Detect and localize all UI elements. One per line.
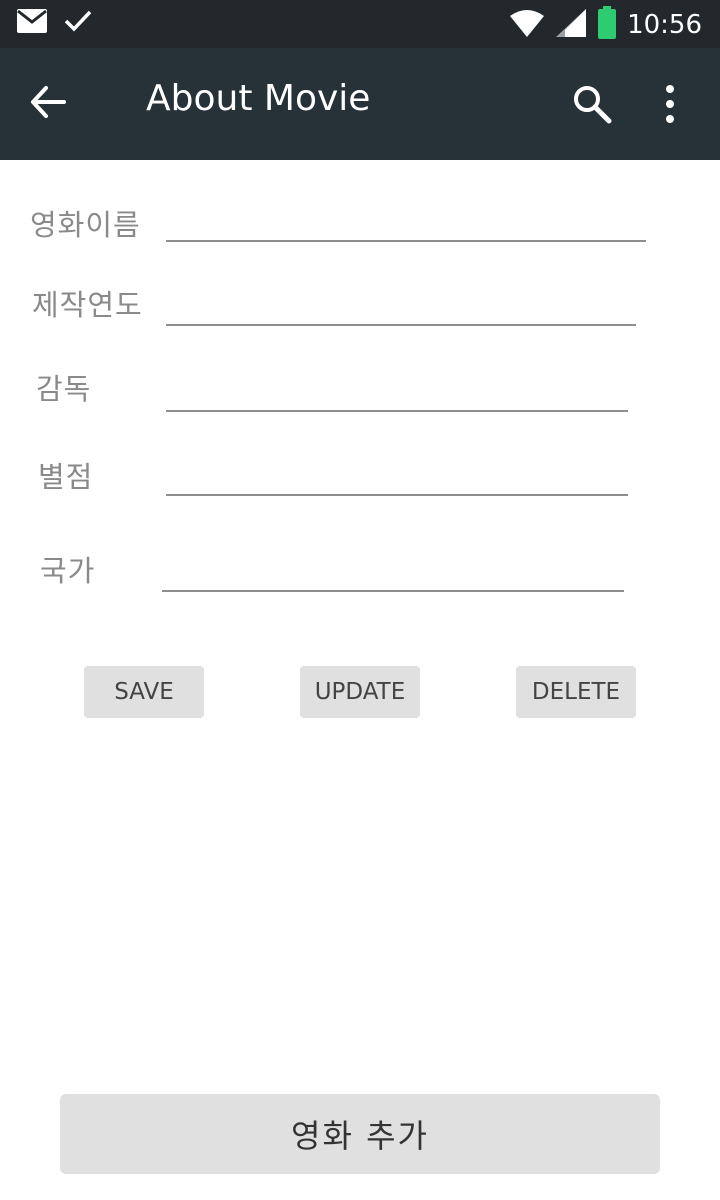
country-input[interactable] — [162, 546, 624, 592]
overflow-menu-button[interactable] — [650, 82, 690, 130]
battery-icon — [597, 6, 617, 44]
wifi-icon — [509, 8, 545, 42]
director-input[interactable] — [166, 366, 628, 412]
search-button[interactable] — [570, 82, 618, 130]
director-label: 감독 — [36, 372, 92, 406]
status-bar: 10:56 — [0, 0, 720, 48]
system-icons: 10:56 — [509, 6, 702, 44]
back-button[interactable] — [28, 82, 76, 126]
signal-icon — [555, 8, 587, 42]
movie-name-label: 영화이름 — [30, 208, 141, 242]
notification-icons — [16, 8, 92, 38]
arrow-back-icon — [31, 86, 66, 118]
movie-name-input[interactable] — [166, 196, 646, 242]
app-bar: About Movie — [0, 48, 720, 160]
save-button[interactable]: SAVE — [84, 666, 204, 718]
rating-label: 별점 — [38, 460, 94, 494]
add-movie-button[interactable]: 영화 추가 — [60, 1094, 660, 1174]
delete-button[interactable]: DELETE — [516, 666, 636, 718]
more-vert-icon — [666, 85, 674, 123]
status-time: 10:56 — [627, 10, 702, 40]
production-year-input[interactable] — [166, 280, 636, 326]
rating-input[interactable] — [166, 450, 628, 496]
page-title: About Movie — [146, 78, 371, 119]
country-label: 국가 — [40, 554, 96, 588]
search-icon — [574, 86, 612, 124]
check-icon — [64, 9, 92, 37]
mail-icon — [16, 8, 48, 38]
production-year-label: 제작연도 — [32, 288, 143, 322]
update-button[interactable]: UPDATE — [300, 666, 420, 718]
